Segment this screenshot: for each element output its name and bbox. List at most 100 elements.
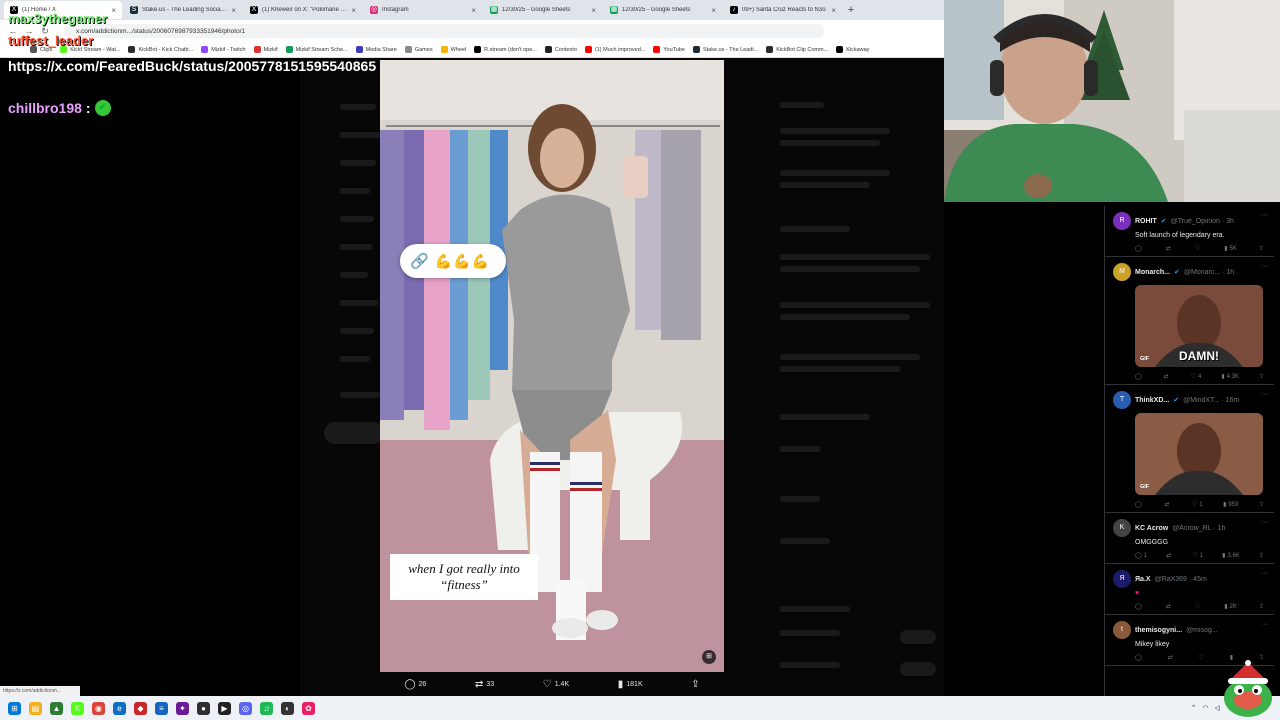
like-button[interactable]: ♡ 4 [1191, 373, 1202, 381]
bookmark-item[interactable]: Kickaway [836, 46, 869, 53]
reply-button[interactable]: ◯ 26 [404, 679, 426, 690]
browser-tab[interactable]: ▦ 12/30/25 - Google Sheets × [604, 1, 722, 19]
app-green-icon[interactable]: ▲ [50, 701, 63, 715]
timeline-post[interactable]: R ROHIT ✔ @True_Opinion · 3h ··· Soft launch … [1105, 206, 1274, 257]
photo-viewer[interactable]: 🔗 💪💪💪 when I got really into “fitness” ⊞ [380, 60, 724, 672]
post-media-gif[interactable]: GIF DAMN! [1135, 285, 1263, 367]
bookmark-item[interactable]: Mizkif - Twitch [201, 46, 246, 53]
post-author-name[interactable]: ThinkXD... [1135, 397, 1169, 404]
app-red-icon[interactable]: ◆ [134, 701, 147, 715]
timeline-post[interactable]: Я Яa.X @RaX369 · 45m ··· ♥ ◯ ⇄ ♡ ▮ 2K ⇪ [1105, 564, 1274, 615]
tab-close-icon[interactable]: × [111, 6, 116, 15]
wifi-icon[interactable]: ◠ [1203, 704, 1209, 712]
url-field[interactable]: x.com/addictionm.../status/2006076987933… [64, 24, 824, 38]
timeline-post[interactable]: t themisogyni... @misog... ··· Mikey likey ◯ ⇄… [1105, 615, 1274, 666]
post-media-gif[interactable]: GIF [1135, 413, 1263, 495]
tab-close-icon[interactable]: × [351, 6, 356, 15]
share-button[interactable]: ⇪ [1259, 245, 1264, 252]
post-author-name[interactable]: Monarch... [1135, 269, 1170, 276]
post-handle-time[interactable]: @misog... [1186, 627, 1218, 634]
browser-tab[interactable]: ♪ 09+) Santa Cruz Reacts to N3o × [724, 1, 842, 19]
avatar[interactable]: R [1113, 212, 1131, 230]
tab-close-icon[interactable]: × [471, 6, 476, 15]
like-button[interactable]: ♡ [1195, 245, 1202, 252]
bookmark-item[interactable]: KickBot Clip Comm... [766, 46, 828, 53]
tab-close-icon[interactable]: × [231, 6, 236, 15]
post-author-name[interactable]: themisogyni... [1135, 627, 1182, 634]
browser-tab[interactable]: X (1) Kheweir on X: "Pokimane say × [244, 1, 362, 19]
more-options-icon[interactable]: ··· [1261, 391, 1268, 398]
timeline-post[interactable]: K KC Acrow @Acrow_RL · 1h ··· OMGGGG ◯ 1 ⇄ ♡ 1 ▮ 3.… [1105, 513, 1274, 564]
bookmark-item[interactable]: Mizkif [253, 46, 278, 53]
spotify-icon[interactable]: ♫ [260, 701, 273, 715]
bookmark-item[interactable]: Mizkif Stream Sche... [285, 46, 348, 53]
file-explorer-icon[interactable]: ▤ [29, 701, 42, 715]
reply-button[interactable]: ◯ 1 [1135, 552, 1147, 560]
more-options-icon[interactable]: ··· [1261, 212, 1268, 219]
tab-close-icon[interactable]: × [711, 6, 716, 15]
chrome-icon[interactable]: ◉ [92, 701, 105, 715]
share-button[interactable]: ⇪ [1259, 501, 1264, 508]
more-options-icon[interactable]: ··· [1261, 519, 1268, 526]
share-button[interactable]: ⇪ [691, 679, 699, 690]
like-button[interactable]: ♡ [1195, 603, 1202, 610]
tab-close-icon[interactable]: × [591, 6, 596, 15]
app-dark-icon[interactable]: ◐ [281, 701, 294, 715]
views-button[interactable]: ▮ 959 [1223, 501, 1238, 509]
reply-button[interactable]: ◯ [1135, 245, 1144, 252]
tray-chevron-icon[interactable]: ⌃ [1191, 704, 1197, 712]
views-button[interactable]: ▮ 181K [618, 679, 643, 690]
bookmark-item[interactable]: R.stream (don't ope... [474, 46, 537, 53]
more-options-icon[interactable]: ··· [1261, 263, 1268, 270]
bookmark-item[interactable]: (1) Much improved... [584, 46, 645, 53]
avatar[interactable]: M [1113, 263, 1131, 281]
bookmark-item[interactable]: Stake.us - The Leadi... [692, 46, 758, 53]
share-button[interactable]: ⇪ [1259, 603, 1264, 610]
more-options-icon[interactable]: ··· [1261, 621, 1268, 628]
post-handle-time[interactable]: @Acrow_RL · 1h [1172, 525, 1225, 532]
post-handle-time[interactable]: @RaX369 · 45m [1155, 576, 1207, 583]
bookmark-item[interactable]: YouTube [653, 46, 685, 53]
obs-icon[interactable]: ● [197, 701, 210, 715]
reply-button[interactable]: ◯ [1135, 501, 1144, 508]
timeline-post[interactable]: T ThinkXD... ✔ @MindXT... · 16m ··· GIF ◯ ⇄ ♡ 1 ▮ 9… [1105, 385, 1274, 513]
repost-button[interactable]: ⇄ [1164, 373, 1171, 380]
app-kick-icon[interactable]: K [71, 701, 84, 715]
repost-button[interactable]: ⇄ [1164, 501, 1171, 508]
like-button[interactable]: ♡ 1 [1192, 501, 1203, 509]
bookmark-item[interactable]: Media Share [355, 46, 397, 53]
repost-button[interactable]: ⇄ [1168, 654, 1175, 661]
bookmark-item[interactable]: Games [404, 46, 433, 53]
reply-button[interactable]: ◯ [1135, 373, 1144, 380]
browser-tab[interactable]: ◎ Instagram × [364, 1, 482, 19]
edge-icon[interactable]: e [113, 701, 126, 715]
reply-button[interactable]: ◯ [1135, 654, 1144, 661]
repost-button[interactable]: ⇄ [1166, 245, 1173, 252]
views-button[interactable]: ▮ 5K [1224, 245, 1237, 253]
avatar[interactable]: t [1113, 621, 1131, 639]
terminal-icon[interactable]: ▶ [218, 701, 231, 715]
like-button[interactable]: ♡ 1 [1192, 552, 1203, 560]
timeline-post[interactable]: M Monarch... ✔ @Monarc... · 1h ··· GIF DAMN! ◯ ⇄… [1105, 257, 1274, 385]
speaker-icon[interactable]: ◁ [1215, 704, 1220, 712]
post-author-name[interactable]: KC Acrow [1135, 525, 1168, 532]
post-author-name[interactable]: ROHIT [1135, 218, 1157, 225]
app-blue-icon[interactable]: ≡ [155, 701, 168, 715]
avatar[interactable]: K [1113, 519, 1131, 537]
views-button[interactable]: ▮ 4.3K [1221, 373, 1239, 381]
browser-tab[interactable]: S Stake.us - The Leading Social C × [124, 1, 242, 19]
windows-icon[interactable]: ⊞ [8, 701, 21, 715]
views-button[interactable]: ▮ 3.6K [1222, 552, 1240, 560]
post-handle-time[interactable]: @True_Opinion · 3h [1171, 218, 1234, 225]
bookmark-item[interactable]: Wheel [440, 46, 466, 53]
tab-close-icon[interactable]: × [831, 6, 836, 15]
share-button[interactable]: ⇪ [1259, 373, 1264, 380]
reply-button[interactable]: ◯ [1135, 603, 1144, 610]
post-handle-time[interactable]: @MindXT... · 16m [1183, 397, 1239, 404]
post-author-name[interactable]: Яa.X [1135, 576, 1151, 583]
browser-tab[interactable]: ▦ 12/30/25 - Google Sheets × [484, 1, 602, 19]
repost-button[interactable]: ⇄ [1166, 603, 1173, 610]
like-button[interactable]: ♡ 1.4K [543, 679, 569, 690]
post-handle-time[interactable]: @Monarc... · 1h [1184, 269, 1234, 276]
more-options-icon[interactable]: ··· [1261, 570, 1268, 577]
